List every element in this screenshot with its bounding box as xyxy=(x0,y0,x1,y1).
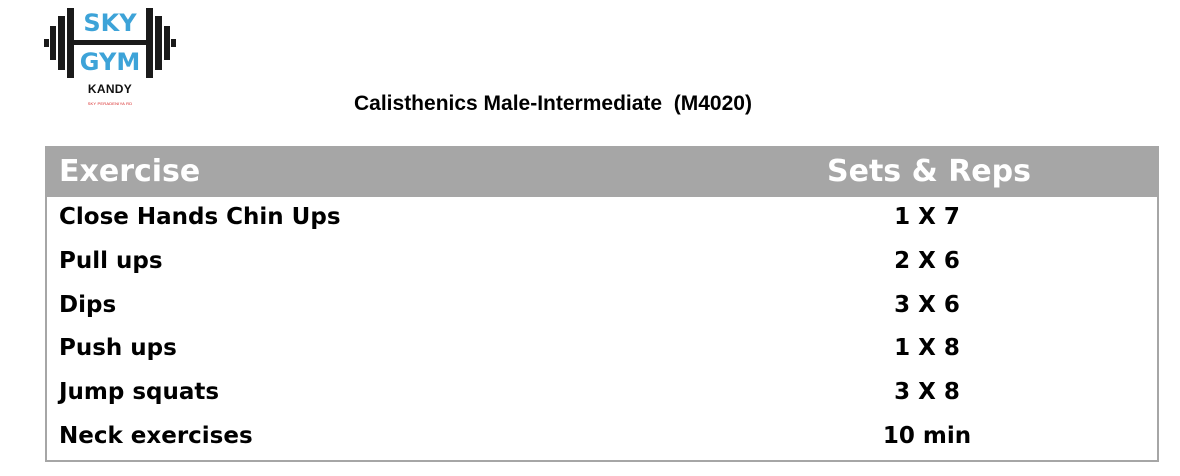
logo-location: KANDY xyxy=(87,82,133,96)
logo-line2: GYM xyxy=(80,48,140,76)
exercise-cell: Jump squats xyxy=(59,379,220,406)
column-header-exercise: Exercise xyxy=(59,154,201,189)
table-row: Pull ups 2 X 6 xyxy=(47,241,1157,285)
logo-tagline: SKY PERADENIYA RD xyxy=(87,101,133,106)
sets-reps-cell: 3 X 6 xyxy=(894,291,960,318)
sets-reps-cell: 3 X 8 xyxy=(894,379,960,406)
table-row: Push ups 1 X 8 xyxy=(47,328,1157,372)
column-header-sets-reps: Sets & Reps xyxy=(827,154,1031,189)
dumbbell-logo-icon: SKY GYM xyxy=(44,8,176,78)
exercise-cell: Close Hands Chin Ups xyxy=(59,204,341,230)
sets-reps-cell: 2 X 6 xyxy=(894,247,960,274)
exercise-cell: Dips xyxy=(59,291,117,318)
sets-reps-cell: 10 min xyxy=(882,422,972,449)
page-title: Calisthenics Male-Intermediate (M4020) xyxy=(354,92,752,115)
exercise-cell: Push ups xyxy=(59,335,177,362)
workout-table: Exercise Sets & Reps Close Hands Chin Up… xyxy=(45,146,1159,462)
table-row: Jump squats 3 X 8 xyxy=(47,372,1157,416)
sky-gym-logo: SKY GYM KANDY SKY PERADENIYA RD xyxy=(44,4,176,114)
table-row: Close Hands Chin Ups 1 X 7 xyxy=(47,197,1157,241)
table-row: Neck exercises 10 min xyxy=(47,416,1157,460)
table-header: Exercise Sets & Reps xyxy=(47,148,1157,197)
sets-reps-cell: 1 X 7 xyxy=(894,204,960,230)
exercise-cell: Neck exercises xyxy=(59,422,253,449)
exercise-cell: Pull ups xyxy=(59,247,163,274)
sets-reps-cell: 1 X 8 xyxy=(894,335,960,362)
table-row: Dips 3 X 6 xyxy=(47,285,1157,329)
logo-line1: SKY xyxy=(83,9,137,37)
